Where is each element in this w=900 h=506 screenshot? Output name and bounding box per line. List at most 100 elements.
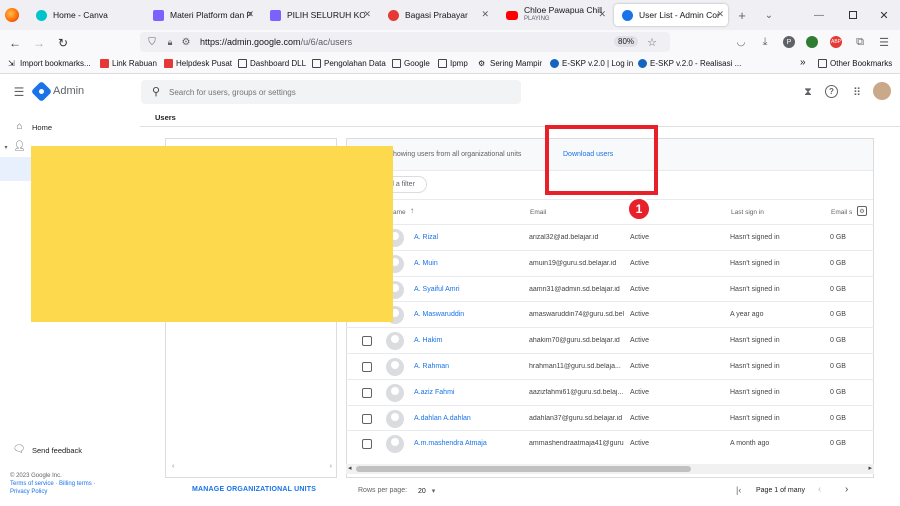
column-header-email[interactable]: Email (530, 209, 546, 216)
manage-org-units-button[interactable]: MANAGE ORGANIZATIONAL UNITS (192, 486, 316, 493)
help-icon[interactable]: ? (825, 85, 838, 98)
chevron-down-icon[interactable]: ⌄ (762, 8, 776, 22)
tab-canva[interactable]: Home - Canva (28, 4, 140, 26)
bookmark-dashboard[interactable]: Dashboard DLL (238, 59, 306, 68)
row-checkbox[interactable] (362, 388, 372, 398)
scrollbar-thumb[interactable] (356, 466, 691, 472)
restore-icon[interactable] (846, 8, 860, 22)
table-row[interactable]: A.dahlan A.dahlan adahlan37@guru.sd.belaj… (346, 405, 874, 431)
user-name-link[interactable]: A. Rizal (414, 234, 438, 241)
account-avatar[interactable] (873, 82, 891, 100)
tab-user-list[interactable]: User List - Admin Con ✕ (614, 4, 728, 26)
lock-icon[interactable]: 🔒︎ (164, 36, 176, 48)
table-horizontal-scrollbar[interactable]: ◂ ▸ (346, 464, 874, 474)
row-checkbox[interactable] (362, 439, 372, 449)
row-checkbox[interactable] (362, 336, 372, 346)
sort-arrow-icon[interactable]: ↑ (410, 206, 414, 215)
rows-per-page-select[interactable]: 20 ▾ (418, 487, 435, 495)
table-row[interactable]: A. Muin amuin19@guru.sd.belajar.id Active H… (346, 250, 874, 276)
person-icon[interactable]: 👤︎ (13, 141, 26, 152)
table-row[interactable]: A. Syaiful Amri aamri31@admin.sd.belajar.… (346, 276, 874, 302)
bookmark-sering-mampir[interactable]: ⚙︎ Sering Mampir (478, 59, 542, 68)
column-header-name[interactable]: ame (393, 209, 406, 216)
close-icon[interactable]: ✕ (363, 9, 371, 20)
extension-icon[interactable] (806, 36, 818, 48)
bookmark-pengolahan[interactable]: Pengolahan Data (312, 59, 386, 68)
back-icon[interactable]: ← (8, 36, 22, 50)
user-name-link[interactable]: A.dahlan A.dahlan (414, 415, 471, 422)
menu-icon[interactable]: ☰ (878, 36, 890, 49)
user-name-link[interactable]: A. Muin (414, 260, 438, 267)
hamburger-menu-icon[interactable]: ☰ (12, 85, 26, 99)
close-icon[interactable]: ✕ (716, 9, 724, 20)
send-feedback-link[interactable]: Send feedback (32, 446, 82, 455)
forward-icon[interactable]: → (32, 36, 46, 50)
user-name-link[interactable]: A.m.mashendra Atmaja (414, 440, 487, 447)
bookmark-google[interactable]: Google (392, 59, 430, 68)
reload-icon[interactable]: ↻ (56, 36, 70, 50)
pocket-icon[interactable]: ◡ (735, 36, 747, 48)
close-window-icon[interactable]: ✕ (877, 8, 891, 22)
column-header-storage[interactable]: Email s (831, 209, 852, 216)
admin-search[interactable]: ⚲ (141, 80, 521, 104)
sidebar-item-users-active[interactable] (0, 157, 33, 181)
scroll-right-icon[interactable]: ▸ (868, 464, 872, 472)
feedback-icon[interactable]: 🗨︎ (13, 443, 26, 455)
shield-icon[interactable]: ⛉ (146, 36, 158, 48)
hourglass-icon[interactable]: ⧗ (801, 85, 815, 99)
expand-arrow-icon[interactable]: ▾ (2, 143, 10, 151)
bookmark-ipmp[interactable]: Ipmp (438, 59, 468, 68)
user-name-link[interactable]: A. Maswaruddin (414, 311, 464, 318)
tab-youtube[interactable]: Chloe Pawapua Chill S PLAYING ✕ (498, 4, 610, 26)
row-checkbox[interactable] (362, 414, 372, 424)
zoom-level[interactable]: 80% (614, 36, 639, 47)
user-name-link[interactable]: A.aziz Fahmi (414, 389, 454, 396)
firefox-icon[interactable] (5, 8, 19, 22)
user-name-link[interactable]: A. Rahman (414, 363, 449, 370)
profile-extension-icon[interactable]: P (783, 36, 795, 48)
search-input[interactable] (169, 84, 509, 100)
tab-materi[interactable]: Materi Platform dan P ✕ (145, 4, 258, 26)
minimize-icon[interactable]: — (812, 8, 826, 22)
home-icon[interactable]: ⌂ (14, 121, 25, 132)
terms-link[interactable]: Terms of service (10, 481, 54, 487)
table-row[interactable]: A. Rizal arizal32@ad.belajar.id Active Hasn… (346, 224, 874, 250)
column-settings-icon[interactable]: ⚙ (857, 206, 867, 216)
tab-pilih[interactable]: PILIH SELURUH KOLOM ✕ (262, 4, 375, 26)
table-row[interactable]: A.m.mashendra Atmaja ammashendraatmaja41@… (346, 430, 874, 456)
close-icon[interactable]: ✕ (598, 9, 606, 20)
more-bookmarks-icon[interactable]: » (800, 57, 806, 68)
table-row[interactable]: A. Rahman hrahman11@guru.sd.belaja... Acti… (346, 353, 874, 379)
permissions-icon[interactable]: ⚙︎ (180, 36, 192, 48)
row-checkbox[interactable] (362, 362, 372, 372)
table-row[interactable]: A. Maswaruddin amaswaruddin74@guru.sd.bel… (346, 301, 874, 327)
horizontal-scrollbar[interactable]: ‹ › (172, 463, 332, 472)
bookmark-link-rabuan[interactable]: Link Rabuan (100, 59, 157, 68)
bookmark-eskp-login[interactable]: E-SKP v.2.0 | Log in (550, 59, 633, 68)
bookmark-other[interactable]: Other Bookmarks (818, 59, 892, 68)
close-icon[interactable]: ✕ (481, 9, 489, 20)
extensions-puzzle-icon[interactable]: ⧉ (854, 36, 866, 48)
billing-link[interactable]: Billing terms (59, 481, 92, 487)
new-tab-icon[interactable]: + (735, 8, 749, 23)
adblock-icon[interactable]: ABP (830, 36, 842, 48)
apps-grid-icon[interactable]: ⠿ (850, 85, 864, 99)
url-bar[interactable]: ⛉ 🔒︎ ⚙︎ https://admin.google.com/u/6/ac/… (140, 32, 670, 52)
sidebar-item-home[interactable]: Home (32, 123, 52, 132)
first-page-icon[interactable]: |‹ (736, 485, 741, 495)
user-name-link[interactable]: A. Hakim (414, 337, 442, 344)
tab-bagasi[interactable]: Bagasi Prabayar ✕ (380, 4, 493, 26)
table-row[interactable]: A.aziz Fahmi aazizfahmi61@guru.sd.belaj..… (346, 379, 874, 405)
privacy-link[interactable]: Privacy Policy (10, 489, 47, 495)
user-name-link[interactable]: A. Syaiful Amri (414, 286, 460, 293)
bookmark-star-icon[interactable]: ☆ (646, 36, 658, 49)
prev-page-icon[interactable]: ‹ (818, 484, 821, 495)
download-icon[interactable]: ⤓ (759, 36, 771, 48)
next-page-icon[interactable]: › (845, 484, 848, 495)
scroll-left-icon[interactable]: ◂ (348, 464, 352, 472)
table-row[interactable]: A. Hakim ahakim70@guru.sd.belajar.id Activ… (346, 327, 874, 353)
column-header-last-signin[interactable]: Last sign in (731, 209, 764, 216)
bookmark-import[interactable]: ⇲ Import bookmarks... (8, 59, 91, 68)
close-icon[interactable]: ✕ (246, 9, 254, 20)
bookmark-helpdesk[interactable]: Helpdesk Pusat (164, 59, 232, 68)
